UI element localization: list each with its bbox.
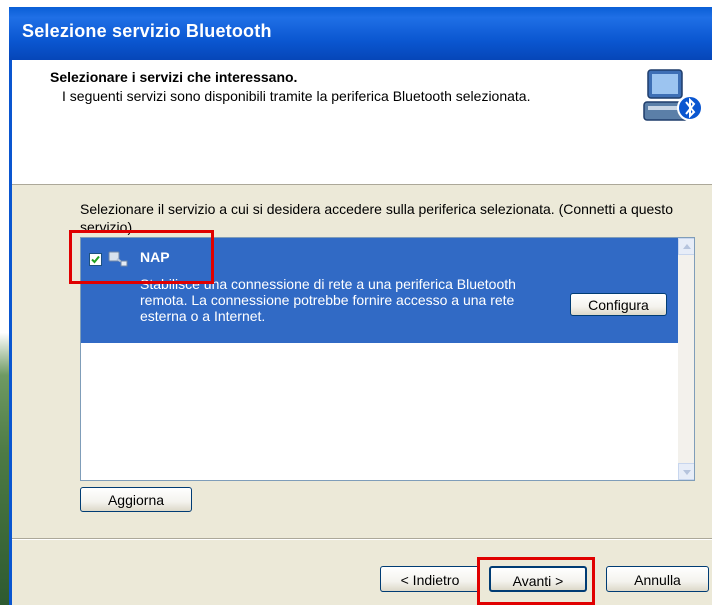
- header-title: Selezionare i servizi che interessano.: [50, 69, 298, 85]
- cancel-button[interactable]: Annulla: [606, 566, 709, 592]
- window-title: Selezione servizio Bluetooth: [22, 21, 272, 41]
- back-button[interactable]: < Indietro: [380, 566, 480, 592]
- highlight-box-next: [477, 557, 595, 605]
- configure-button[interactable]: Configura: [570, 293, 667, 316]
- list-scrollbar[interactable]: [678, 238, 694, 480]
- highlight-box-nap: [69, 230, 214, 284]
- chevron-up-icon: [683, 244, 691, 249]
- chevron-down-icon: [683, 470, 691, 475]
- header-subtitle: I seguenti servizi sono disponibili tram…: [62, 88, 531, 104]
- title-bar[interactable]: Selezione servizio Bluetooth: [9, 7, 712, 60]
- bluetooth-computer-icon: [643, 69, 702, 121]
- scroll-up-button[interactable]: [678, 238, 694, 255]
- desktop-background: [0, 0, 9, 605]
- scroll-down-button[interactable]: [678, 463, 694, 480]
- refresh-button[interactable]: Aggiorna: [80, 487, 192, 512]
- wizard-header: Selezionare i servizi che interessano. I…: [12, 60, 712, 185]
- wizard-dialog: Selezionare i servizi che interessano. I…: [9, 60, 712, 605]
- footer-divider: [12, 538, 712, 540]
